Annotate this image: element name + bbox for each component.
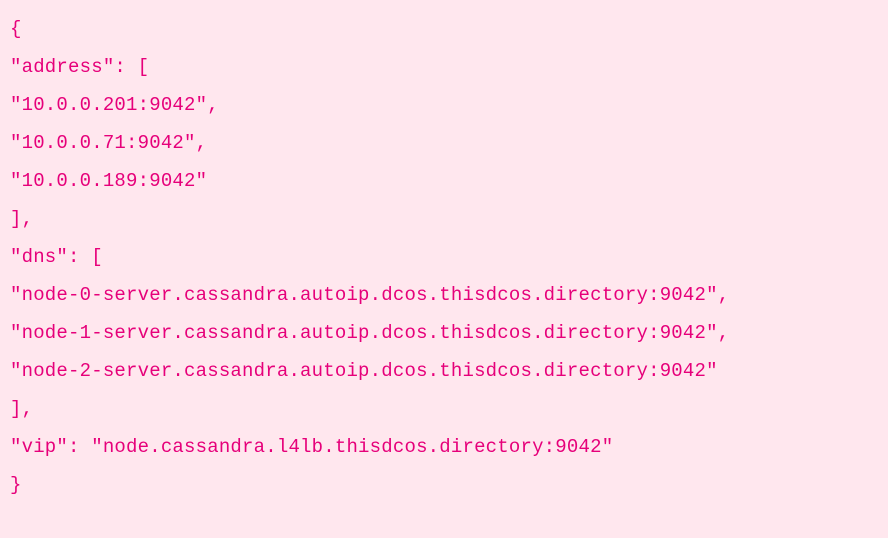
code-line: "10.0.0.71:9042", <box>10 132 207 154</box>
code-block: { "address": [ "10.0.0.201:9042", "10.0.… <box>0 0 888 514</box>
code-line: "vip": "node.cassandra.l4lb.thisdcos.dir… <box>10 436 613 458</box>
code-line: "node-1-server.cassandra.autoip.dcos.thi… <box>10 322 729 344</box>
code-line: { <box>10 18 22 40</box>
code-line: "node-0-server.cassandra.autoip.dcos.thi… <box>10 284 729 306</box>
code-line: ], <box>10 208 33 230</box>
code-line: } <box>10 474 22 496</box>
code-line: "address": [ <box>10 56 149 78</box>
code-line: "10.0.0.201:9042", <box>10 94 219 116</box>
code-line: "10.0.0.189:9042" <box>10 170 207 192</box>
code-line: ], <box>10 398 33 420</box>
code-line: "node-2-server.cassandra.autoip.dcos.thi… <box>10 360 718 382</box>
code-line: "dns": [ <box>10 246 103 268</box>
